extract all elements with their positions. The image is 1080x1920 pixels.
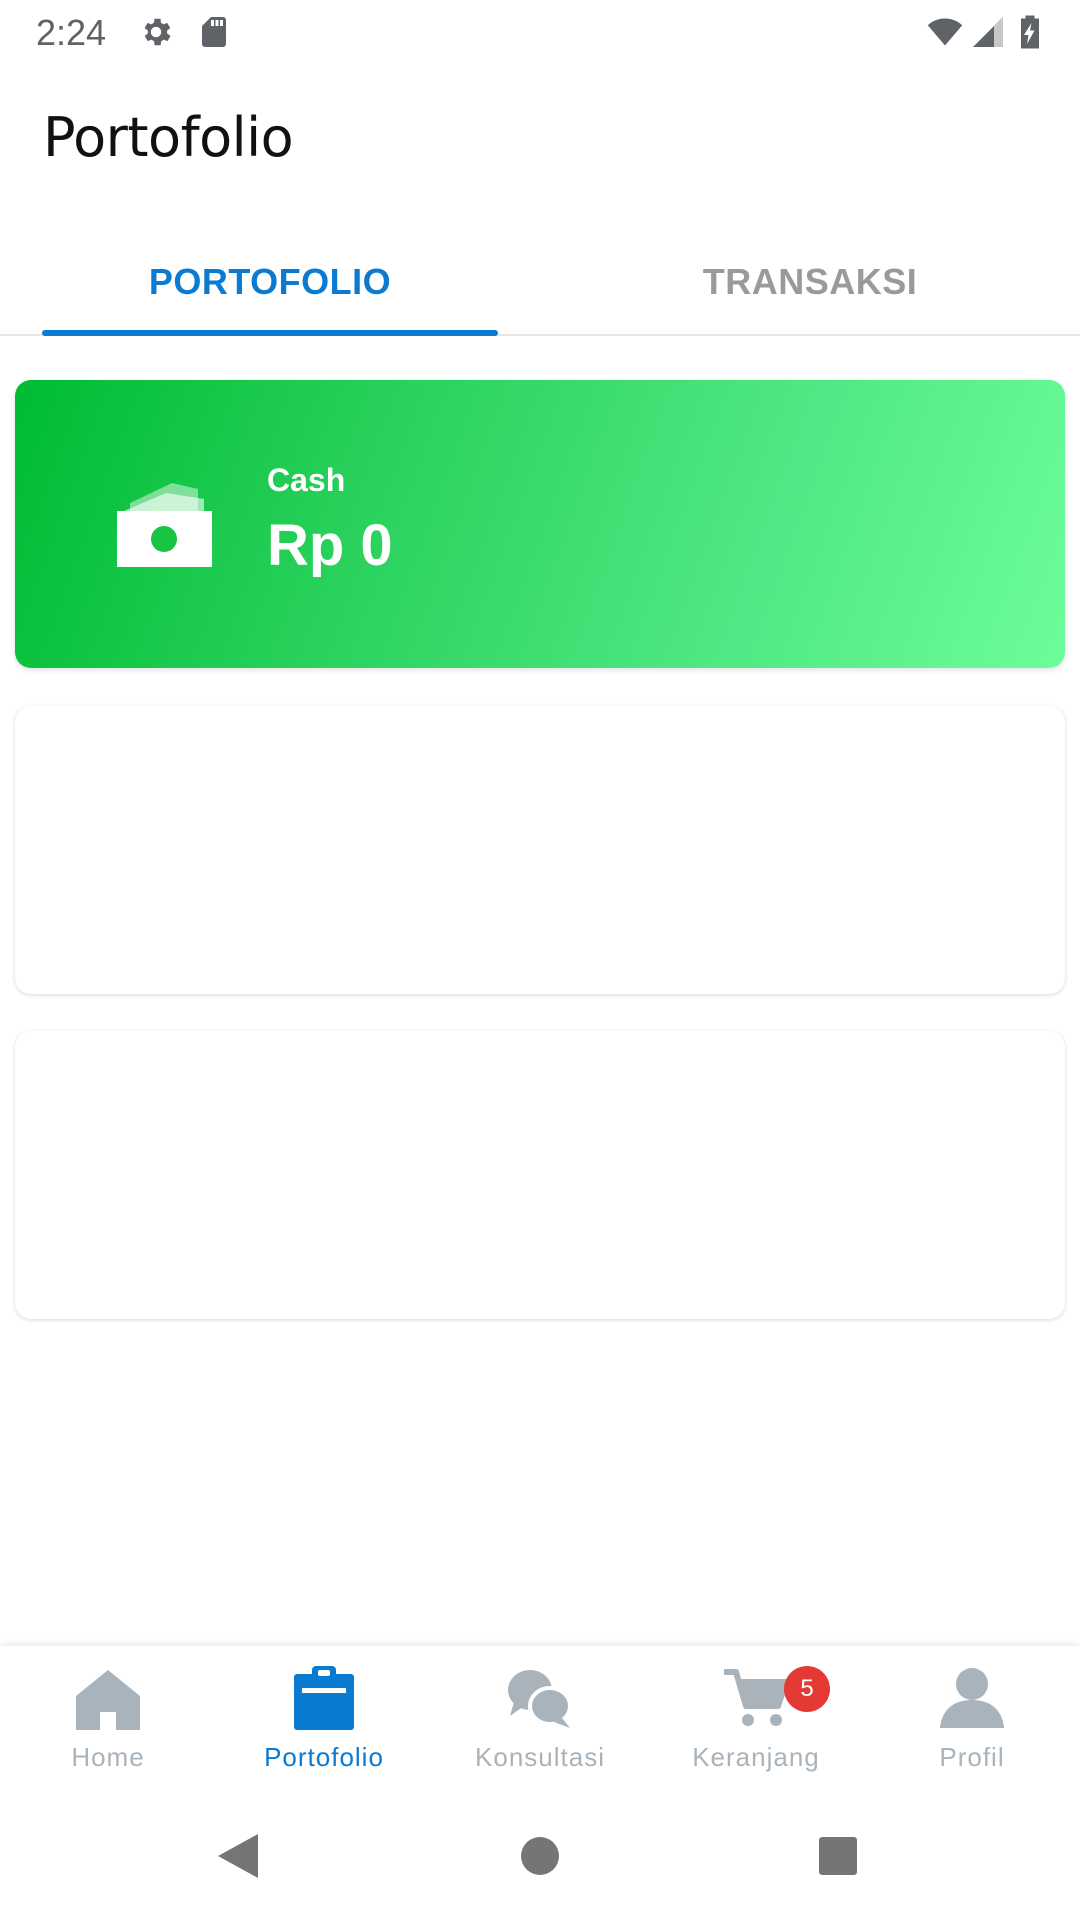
- gear-icon: [144, 18, 171, 46]
- page-title: Portofolio: [43, 106, 294, 169]
- person-icon: [940, 1668, 1004, 1728]
- wifi-icon: [927, 18, 963, 46]
- clipboard-icon: [294, 1666, 354, 1730]
- cash-icon: [117, 483, 212, 567]
- portfolio-card: [15, 1031, 1065, 1319]
- nav-label-portofolio: Portofolio: [264, 1742, 384, 1772]
- nav-item-konsultasi[interactable]: Konsultasi: [432, 1646, 648, 1782]
- recents-icon[interactable]: [818, 1836, 858, 1876]
- nav-item-keranjang[interactable]: Keranjang: [648, 1646, 864, 1782]
- cash-card[interactable]: Cash Rp 0: [15, 380, 1065, 668]
- home-icon: [76, 1670, 140, 1730]
- nav-item-portofolio[interactable]: Portofolio: [216, 1646, 432, 1782]
- cash-label: Cash: [267, 462, 346, 498]
- bottom-navigation: Home Portofolio Konsultasi Keranjang Pro…: [0, 1646, 1080, 1782]
- home-circle-icon[interactable]: [520, 1836, 560, 1876]
- nav-label-keranjang: Keranjang: [692, 1742, 820, 1772]
- signal-icon: [973, 17, 1003, 47]
- back-icon[interactable]: [216, 1832, 260, 1880]
- system-navigation-bar: [0, 1782, 1080, 1920]
- status-time: 2:24: [36, 12, 107, 53]
- nav-label-profil: Profil: [939, 1742, 1005, 1772]
- tab-indicator: [42, 330, 498, 336]
- tab-bar: PORTOFOLIO TRANSAKSI: [0, 230, 1080, 336]
- nav-label-konsultasi: Konsultasi: [475, 1742, 605, 1772]
- chat-icon: [508, 1670, 572, 1728]
- status-bar: 2:24: [0, 0, 1080, 64]
- nav-item-profil[interactable]: Profil: [864, 1646, 1080, 1782]
- battery-charging-icon: [1021, 15, 1039, 49]
- portfolio-card: [15, 706, 1065, 994]
- nav-item-home[interactable]: Home: [0, 1646, 216, 1782]
- sd-card-icon: [202, 17, 226, 47]
- tab-transaksi[interactable]: TRANSAKSI: [540, 230, 1080, 334]
- tab-portofolio[interactable]: PORTOFOLIO: [0, 230, 540, 334]
- cash-value: Rp 0: [267, 513, 393, 578]
- cart-badge: 5: [784, 1666, 830, 1712]
- cart-icon: [724, 1669, 789, 1726]
- nav-label-home: Home: [71, 1742, 145, 1772]
